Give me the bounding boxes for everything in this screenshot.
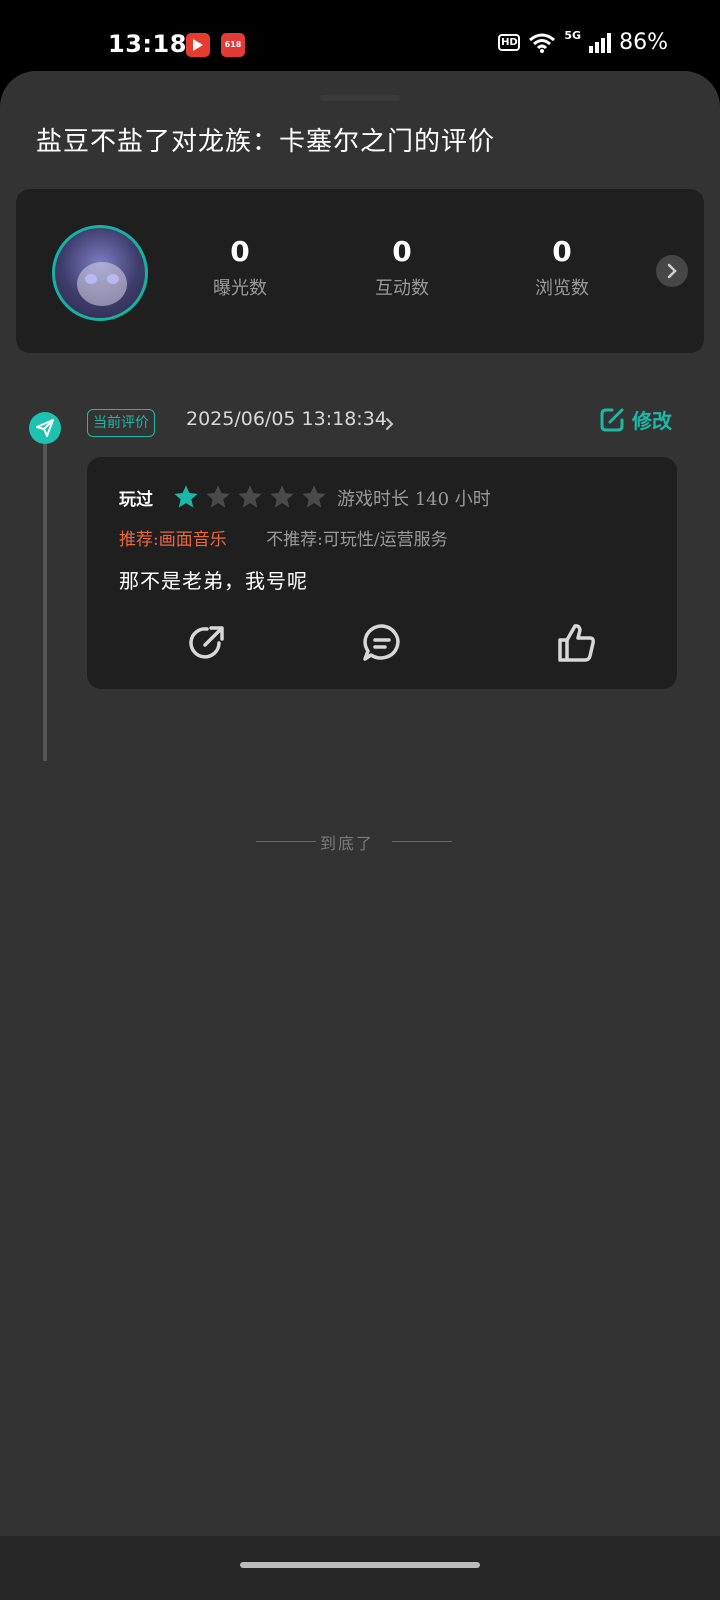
stat-interaction: 0 互动数	[342, 235, 462, 300]
thumbs-up-icon	[558, 624, 595, 662]
chevron-right-icon	[667, 263, 677, 279]
review-datetime[interactable]: 2025/06/05 13:18:34	[186, 408, 387, 430]
status-time: 13:18	[108, 30, 187, 58]
status-indicators: HD 5G 86%	[498, 29, 668, 55]
share-icon	[189, 626, 224, 659]
divider-left	[256, 841, 316, 842]
timeline-line	[43, 431, 47, 761]
not-recommend-tag: 不推荐:可玩性/运营服务	[266, 530, 448, 550]
stat-views: 0 浏览数	[502, 235, 622, 300]
stat-label: 曝光数	[213, 278, 267, 299]
share-button[interactable]	[185, 621, 229, 665]
home-indicator[interactable]	[240, 1562, 480, 1568]
avatar-eye-right	[107, 274, 119, 284]
avatar-face	[77, 262, 127, 306]
status-bar: 13:18 618 HD 5G 86%	[0, 0, 720, 72]
comment-icon	[363, 624, 400, 661]
signal-icon	[589, 32, 612, 53]
avatar-eye-left	[85, 274, 97, 284]
like-button[interactable]	[555, 621, 599, 665]
star-rating	[171, 483, 329, 511]
end-of-list-text: 到底了	[320, 834, 375, 853]
stat-exposure: 0 曝光数	[180, 235, 300, 300]
review-card[interactable]: 玩过 游戏时长 140 小时 推荐:画面音乐 不推荐:可玩性/运营服务 那不是老…	[87, 457, 677, 689]
stat-value: 0	[392, 235, 412, 268]
edit-button[interactable]: 修改	[598, 405, 672, 434]
star-icon-empty	[302, 485, 326, 508]
edit-icon	[600, 408, 624, 431]
paper-plane-icon	[36, 419, 54, 437]
star-icon-empty	[238, 485, 262, 508]
star-icon-empty	[206, 485, 230, 508]
hd-icon: HD	[498, 34, 521, 51]
review-text: 那不是老弟，我号呢	[119, 569, 308, 593]
stats-more-button[interactable]	[656, 255, 688, 287]
shop-app-icon: 618	[221, 33, 245, 57]
network-label: 5G	[564, 29, 582, 42]
wifi-icon	[529, 33, 556, 53]
divider-right	[392, 841, 452, 842]
battery-level: 86%	[619, 30, 668, 55]
navigation-bar	[0, 1536, 720, 1600]
stats-card[interactable]: 0 曝光数 0 互动数 0 浏览数	[16, 189, 704, 353]
chevron-right-icon[interactable]	[385, 417, 395, 431]
playtime: 游戏时长 140 小时	[337, 489, 491, 510]
timeline-dot	[29, 412, 61, 444]
avatar[interactable]	[52, 225, 148, 321]
comment-button[interactable]	[360, 621, 404, 665]
video-app-icon	[186, 33, 210, 57]
drag-handle[interactable]	[320, 95, 400, 101]
recommend-tag: 推荐:画面音乐	[119, 530, 227, 550]
review-tags: 推荐:画面音乐 不推荐:可玩性/运营服务	[119, 525, 448, 550]
stat-label: 浏览数	[535, 278, 589, 299]
review-sheet: 盐豆不盐了对龙族：卡塞尔之门的评价 0 曝光数 0 互动数 0 浏览数 当前评价…	[0, 71, 720, 1600]
sheet-title: 盐豆不盐了对龙族：卡塞尔之门的评价	[36, 127, 496, 157]
star-icon-empty	[270, 485, 294, 508]
stat-value: 0	[230, 235, 250, 268]
played-label: 玩过	[119, 490, 153, 510]
stat-label: 互动数	[375, 278, 429, 299]
star-icon-filled	[174, 485, 198, 508]
stat-value: 0	[552, 235, 572, 268]
current-review-badge: 当前评价	[87, 409, 155, 437]
edit-label: 修改	[632, 409, 672, 433]
